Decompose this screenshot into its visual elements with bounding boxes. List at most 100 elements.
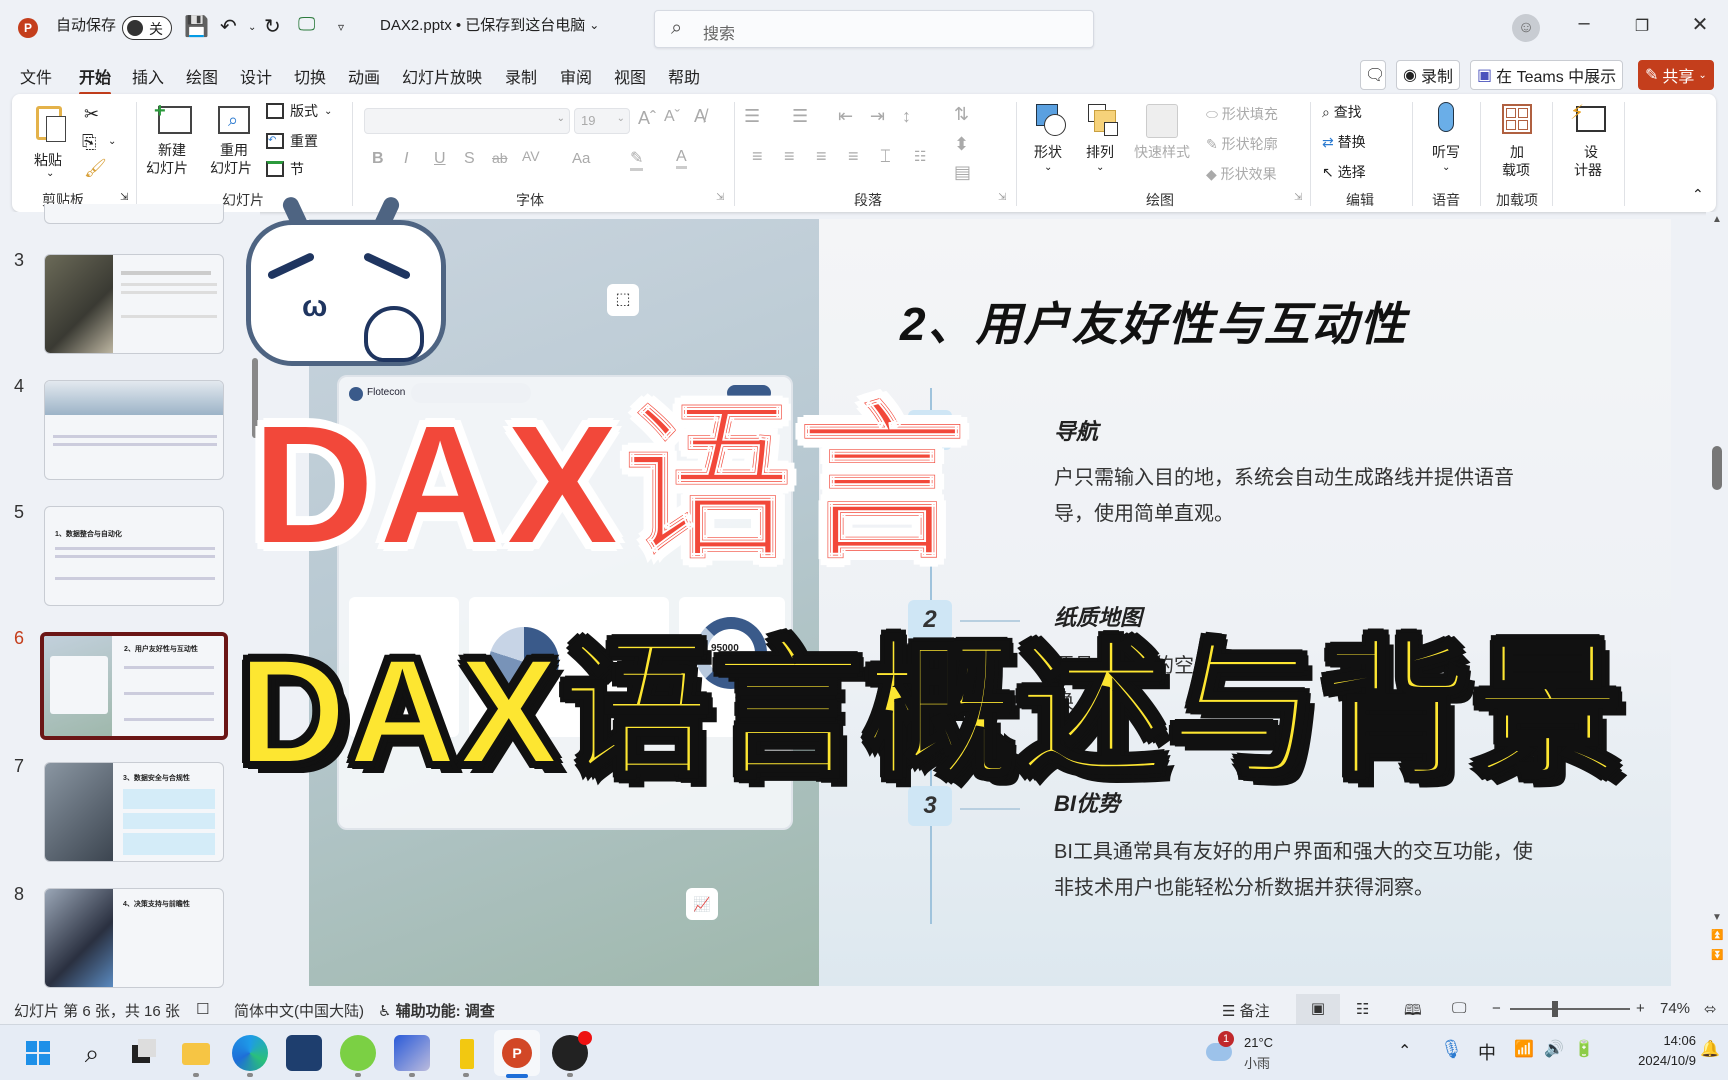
present-icon[interactable]: 🖵 [298,14,315,35]
store-icon[interactable] [286,1035,322,1071]
clock-date[interactable]: 2024/10/9 [1604,1053,1696,1068]
shape-effects-button[interactable]: ◆ 形状效果 [1206,164,1277,184]
distributed-icon[interactable]: ⌶ [880,146,891,167]
new-slide-button[interactable]: + 新建 幻灯片 [146,100,202,182]
reading-view-button[interactable]: 🕮 [1404,1000,1422,1025]
accessibility-button[interactable]: ♿ 辅助功能: 调查 [378,1000,495,1021]
reset-button[interactable]: ↶ 重置 [266,130,318,152]
weather-widget[interactable]: 1 21°C 小雨 [1204,1031,1314,1075]
tab-record[interactable]: 录制 [505,64,537,88]
align-left-icon[interactable]: ≡ [752,146,763,167]
edge-icon[interactable] [232,1035,268,1071]
tab-slideshow[interactable]: 幻灯片放映 [402,64,482,88]
slideshow-view-button[interactable]: 🖵 [1452,1000,1466,1017]
line-spacing-icon[interactable]: ↕ [902,106,911,127]
font-name-select[interactable]: ⌄ [364,108,570,134]
tab-help[interactable]: 帮助 [668,64,700,88]
character-spacing-icon[interactable]: AV [522,148,540,164]
search-box[interactable]: ⌕ 搜索 [654,10,1094,48]
share-button[interactable]: ✎ 共享 ⌄ [1638,60,1714,90]
tab-view[interactable]: 视图 [614,64,646,88]
collapse-ribbon-icon[interactable]: ⌃ [1692,186,1704,203]
tab-home[interactable]: 开始 [79,64,112,95]
dialog-launcher-icon[interactable]: ⇲ [120,192,128,203]
text-direction-icon[interactable]: ⇅ [954,104,969,125]
redo-icon[interactable]: ↻ [264,14,281,39]
align-right-icon[interactable]: ≡ [816,146,827,167]
dictate-button[interactable]: 听写 ⌄ [1422,100,1472,180]
tab-design[interactable]: 设计 [240,64,272,88]
find-button[interactable]: ⌕ 查找 [1322,102,1362,122]
columns-icon[interactable]: ☷ [914,148,927,165]
shape-icon[interactable]: ⬚ [607,284,639,316]
slide-thumbnail[interactable] [44,204,224,224]
change-case-icon[interactable]: Aa [572,150,590,167]
scroll-down-icon[interactable]: ▼ [1712,912,1722,923]
shapes-button[interactable]: 形状 ⌄ [1024,100,1074,180]
font-size-select[interactable]: 19 ⌄ [574,108,630,134]
smartart-icon[interactable]: ▤ [954,162,971,183]
undo-icon[interactable]: ↶ [220,14,237,39]
arrange-button[interactable]: 排列 ⌄ [1076,100,1126,180]
scrollbar-thumb[interactable] [1712,446,1722,490]
task-view-icon[interactable] [124,1035,160,1071]
layout-button[interactable]: 版式 ⌄ [266,100,332,122]
restore-button[interactable]: ❐ [1622,16,1662,36]
tab-review[interactable]: 审阅 [560,64,592,88]
battery-icon[interactable]: 🔋 [1574,1039,1594,1059]
power-bi-icon[interactable] [448,1035,484,1071]
zoom-slider[interactable] [1510,1001,1630,1017]
bold-icon[interactable]: B [372,150,384,168]
slide-thumbnail[interactable]: 4、决策支持与前瞻性 [44,888,224,988]
align-text-icon[interactable]: ⬍ [954,134,969,155]
shadow-icon[interactable]: S [464,150,475,168]
account-avatar[interactable]: ☺ [1512,14,1540,42]
tab-file[interactable]: 文件 [20,64,52,88]
align-center-icon[interactable]: ≡ [784,146,795,167]
chevron-down-icon[interactable]: ⌄ [108,136,116,147]
volume-icon[interactable]: 🔊 [1544,1039,1564,1059]
font-color-icon[interactable]: A [676,148,687,169]
paste-button[interactable]: 粘贴 ⌄ [32,102,72,182]
shape-outline-button[interactable]: ✎ 形状轮廓 [1206,134,1278,154]
obs-icon[interactable] [552,1031,592,1071]
slide-thumbnail-selected[interactable]: 2、用户友好性与互动性 [40,632,228,740]
customize-qat-icon[interactable]: ▿ [338,20,344,34]
slide-title[interactable]: 2、用户友好性与互动性 [900,288,1408,354]
autosave-toggle[interactable]: 关 [122,16,172,40]
designer-button[interactable]: ⚡ 设 计器 [1560,100,1620,180]
cut-icon[interactable]: ✂ [84,104,99,125]
close-button[interactable]: ✕ [1680,12,1720,37]
document-title[interactable]: DAX2.pptx • 已保存到这台电脑 ⌄ [380,14,599,35]
format-painter-icon[interactable]: 🖌 [84,158,107,179]
language-indicator[interactable]: 简体中文(中国大陆) [234,1000,364,1021]
scroll-up-icon[interactable]: ▲ [1712,214,1722,225]
next-slide-icon[interactable]: ⏬ [1711,950,1723,961]
reuse-slides-button[interactable]: ⌕ 重用 幻灯片 [208,102,258,182]
italic-icon[interactable]: I [404,150,408,168]
tab-transitions[interactable]: 切换 [294,64,326,88]
section-body[interactable]: 户只需输入目的地，系统会自动生成路线并提供语音 导，使用简单直观。 [1054,460,1514,532]
search-icon[interactable]: ⌕ [74,1035,110,1071]
numbering-icon[interactable]: ☰ [792,106,808,127]
addins-button[interactable]: 加 载项 [1488,100,1548,180]
ime-indicator[interactable]: 中 [1478,1039,1496,1065]
clear-formatting-icon[interactable]: A̸ [694,106,706,127]
decrease-font-icon[interactable]: Aˇ [664,108,680,126]
quick-styles-button[interactable]: 快速样式 [1130,100,1196,180]
section-button[interactable]: 节 [266,158,304,180]
slide-thumbnail[interactable]: 3、数据安全与合规性 [44,762,224,862]
save-icon[interactable]: 💾 [184,14,209,39]
zoom-level[interactable]: 74% [1660,1000,1690,1017]
fit-to-window-icon[interactable]: ⬄ [1704,1000,1717,1018]
tab-draw[interactable]: 绘图 [186,64,218,88]
record-button[interactable]: ◉ 录制 [1396,60,1460,90]
show-hidden-icons[interactable]: ⌃ [1398,1041,1411,1061]
file-explorer-icon[interactable] [178,1035,214,1071]
increase-font-icon[interactable]: Aˆ [638,108,656,129]
underline-icon[interactable]: U [434,150,446,168]
zoom-slider-thumb[interactable] [1552,1001,1558,1017]
chart-icon[interactable]: 📈 [686,888,718,920]
shape-fill-button[interactable]: ⬭ 形状填充 [1206,104,1278,124]
slide-thumbnail[interactable] [44,254,224,354]
